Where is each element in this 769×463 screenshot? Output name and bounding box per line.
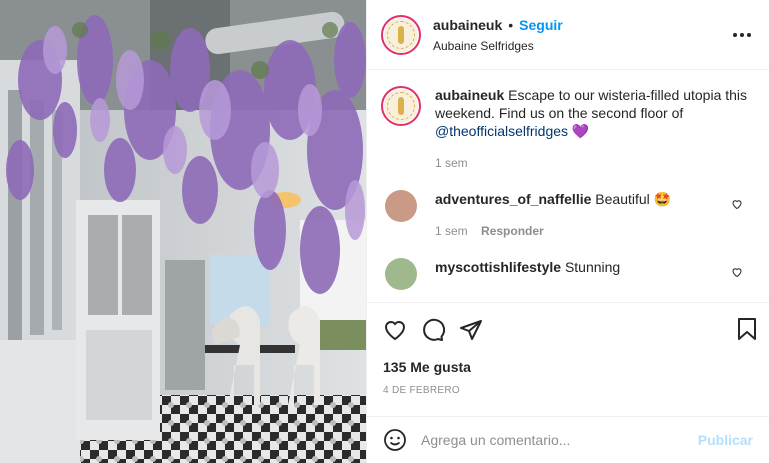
add-comment-bar: Publicar	[367, 416, 769, 463]
likes-count[interactable]: 135 Me gusta	[383, 359, 757, 375]
wisteria-restaurant-image	[0, 0, 366, 463]
comment-username[interactable]: myscottishlifestyle	[435, 259, 561, 275]
comment-bubble-icon[interactable]	[421, 318, 445, 342]
brand-logo-icon	[384, 17, 418, 52]
post-date: 4 DE FEBRERO	[383, 385, 460, 396]
brand-logo-icon	[384, 89, 418, 123]
comment-time: 1 sem	[435, 224, 468, 238]
star-struck-emoji-icon: 🤩	[653, 191, 672, 207]
avatar[interactable]	[381, 14, 421, 55]
caption-username[interactable]: aubaineuk	[435, 87, 504, 103]
post-photo[interactable]	[0, 0, 366, 463]
commenter-avatar[interactable]	[385, 190, 417, 222]
emoji-smiley-icon[interactable]	[383, 428, 407, 452]
commenter-avatar[interactable]	[385, 258, 417, 290]
instagram-post: aubaineuk • Seguir Aubaine Selfridges au…	[0, 0, 769, 463]
reply-button[interactable]: Responder	[481, 224, 544, 238]
publish-button[interactable]: Publicar	[698, 432, 753, 448]
comment-username[interactable]: adventures_of_naffellie	[435, 191, 591, 207]
caption-avatar[interactable]	[381, 86, 421, 126]
purple-heart-icon: 💜	[571, 123, 590, 139]
bookmark-icon[interactable]	[737, 317, 757, 341]
like-comment-icon[interactable]	[731, 266, 743, 278]
separator-dot: •	[508, 16, 514, 33]
caption-time: 1 sem	[435, 156, 468, 170]
comment-text: Beautiful	[595, 191, 650, 207]
comments-section[interactable]: aubaineuk Escape to our wisteria-filled …	[367, 70, 769, 302]
mention-link[interactable]: @theofficialselfridges	[435, 123, 568, 139]
location-link[interactable]: Aubaine Selfridges	[433, 39, 563, 53]
follow-button[interactable]: Seguir	[519, 17, 563, 33]
like-heart-icon[interactable]	[383, 318, 407, 342]
like-comment-icon[interactable]	[731, 198, 743, 210]
comment-input[interactable]	[421, 432, 698, 448]
comment-item: myscottishlifestyle Stunning	[381, 258, 753, 290]
post-caption: aubaineuk Escape to our wisteria-filled …	[381, 86, 753, 172]
comment-text: Stunning	[564, 259, 621, 275]
comment-item: adventures_of_naffellie Beautiful 🤩 1 se…	[381, 190, 753, 240]
post-header: aubaineuk • Seguir Aubaine Selfridges	[367, 0, 769, 70]
post-side-panel: aubaineuk • Seguir Aubaine Selfridges au…	[366, 0, 769, 463]
more-options-icon[interactable]	[731, 24, 753, 46]
share-paper-plane-icon[interactable]	[459, 318, 483, 342]
post-actions: 135 Me gusta 4 DE FEBRERO	[367, 302, 769, 430]
header-username[interactable]: aubaineuk	[433, 17, 502, 33]
